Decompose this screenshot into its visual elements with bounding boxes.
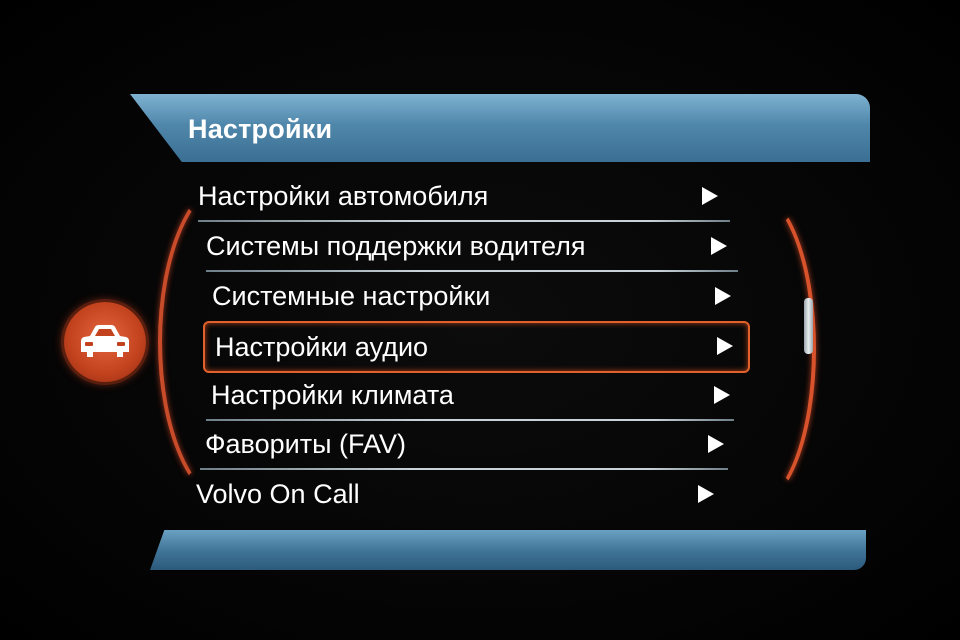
menu-item-volvo-on-call[interactable]: Volvo On Call: [196, 470, 726, 518]
footer-bar: [150, 530, 866, 570]
triangle-right-icon: [708, 435, 724, 453]
menu-item-label: Системные настройки: [212, 280, 491, 311]
menu-item-favorites[interactable]: Фавориты (FAV): [205, 420, 735, 468]
menu-item-label: Системы поддержки водителя: [206, 230, 586, 261]
menu-item-label: Volvo On Call: [196, 478, 360, 509]
menu-item-driver-support[interactable]: Системы поддержки водителя: [206, 222, 736, 270]
menu-item-audio-settings[interactable]: Настройки аудио: [203, 321, 750, 373]
infotainment-screen: Настройки Настройки автомобиля Системы п…: [0, 0, 960, 640]
menu-item-system-settings[interactable]: Системные настройки: [212, 272, 742, 320]
page-title: Настройки: [188, 114, 333, 144]
car-icon-graphic: [81, 325, 129, 357]
menu-item-label: Настройки аудио: [215, 331, 429, 362]
menu-item-label: Фавориты (FAV): [205, 428, 406, 459]
triangle-right-icon: [702, 187, 718, 205]
menu-item-vehicle-settings[interactable]: Настройки автомобиля: [198, 172, 728, 220]
triangle-right-icon: [714, 386, 730, 404]
triangle-right-icon: [715, 287, 731, 305]
car-icon: [64, 302, 146, 382]
scroll-indicator[interactable]: [804, 298, 813, 354]
triangle-right-icon: [717, 337, 733, 355]
menu-item-label: Настройки климата: [211, 379, 454, 410]
menu-item-label: Настройки автомобиля: [198, 180, 489, 211]
triangle-right-icon: [711, 237, 727, 255]
triangle-right-icon: [698, 485, 714, 503]
menu-item-climate-settings[interactable]: Настройки климата: [211, 371, 741, 419]
